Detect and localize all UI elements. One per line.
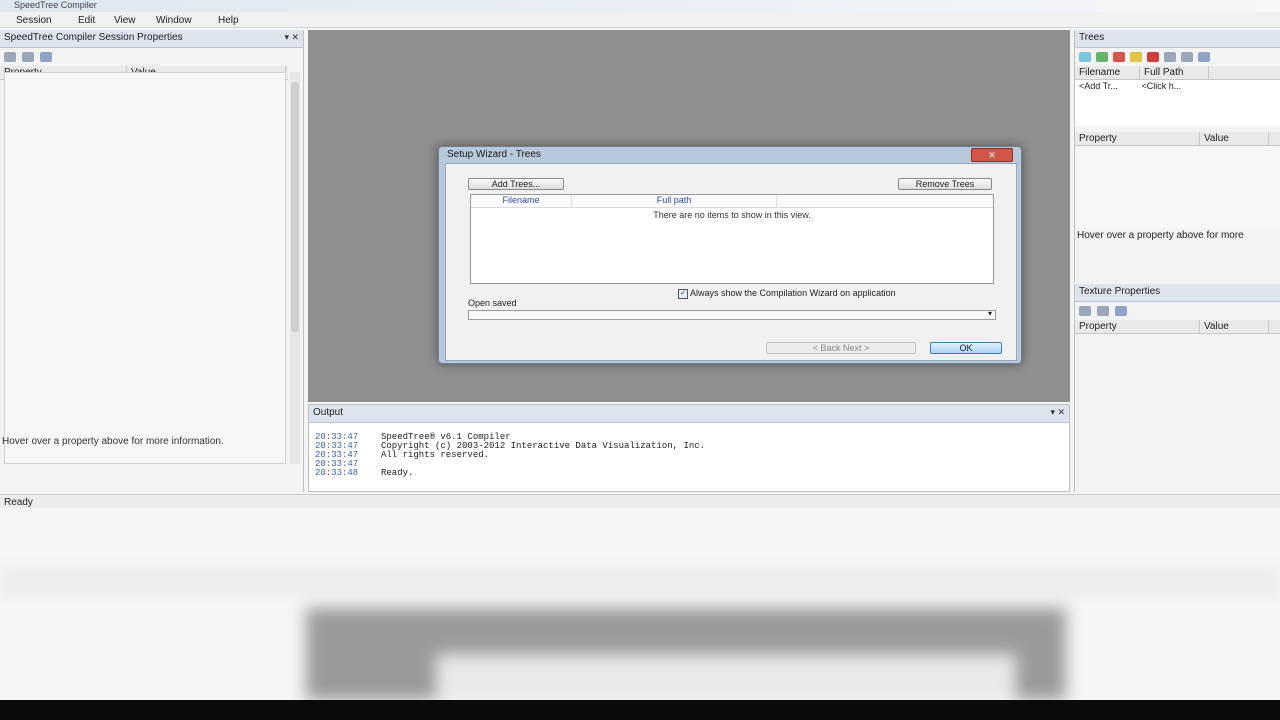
menu-view[interactable]: View — [114, 15, 136, 26]
add-tree-cell[interactable]: <Add Tr... — [1079, 81, 1139, 91]
close-icon[interactable]: ✕ — [971, 148, 1013, 162]
dropdown-arrow-icon: ▾ — [987, 309, 992, 318]
log-line: 20:33:47 Copyright (c) 2003-2012 Interact… — [315, 442, 705, 451]
properties-icon[interactable] — [1198, 52, 1210, 62]
log-text: Ready. — [381, 468, 414, 478]
reflection-viewport — [306, 608, 1066, 700]
menu-window[interactable]: Window — [156, 15, 192, 26]
back-next-buttons[interactable]: < Back Next > — [766, 342, 916, 354]
output-title: Output — [313, 407, 344, 418]
texture-grid-header: Property Value — [1075, 320, 1280, 334]
status-bar: Ready — [0, 494, 1280, 508]
dialog-body: Add Trees... Remove Trees Filename Full … — [445, 163, 1017, 361]
tree-property-description: Hover over a property above for more — [1077, 230, 1244, 241]
texture-title: Texture Properties — [1079, 286, 1161, 297]
categorized-icon[interactable] — [4, 52, 16, 62]
categorized-icon[interactable] — [1164, 52, 1176, 62]
blurred-reflection — [0, 508, 1280, 700]
vertical-scrollbar[interactable] — [290, 72, 300, 464]
click-here-cell[interactable]: <Click h... — [1142, 81, 1182, 91]
texture-toolbar — [1075, 302, 1280, 320]
property-column[interactable]: Property — [1075, 320, 1200, 333]
property-description: Hover over a property above for more inf… — [2, 436, 224, 447]
trees-panel: Trees Filename Full Path <Add Tr... <Cli… — [1074, 30, 1280, 282]
panel-header: SpeedTree Compiler Session Properties ▾ … — [0, 30, 303, 48]
property-column[interactable]: Property — [1075, 132, 1200, 145]
remove-tree-icon[interactable] — [1113, 52, 1125, 62]
menu-edit[interactable]: Edit — [78, 15, 95, 26]
compilation-wizard-option[interactable]: ✓ Always show the Compilation Wizard on … — [678, 288, 996, 299]
tree-property-header: Property Value — [1075, 132, 1280, 146]
open-saved-dropdown[interactable]: ▾ — [468, 309, 996, 320]
panel-toolbar — [0, 48, 303, 66]
trees-toolbar — [1075, 48, 1280, 66]
full-path-column[interactable]: Full path — [572, 195, 777, 207]
texture-properties-panel: Texture Properties Property Value — [1074, 284, 1280, 492]
dialog-title: Setup Wizard - Trees — [447, 149, 541, 160]
log-line: 20:33:47 — [315, 460, 705, 469]
filename-column[interactable]: Filename — [471, 195, 572, 207]
tree-property-grid — [1075, 146, 1280, 228]
filename-column[interactable]: Filename — [1075, 66, 1140, 79]
alphabetical-icon[interactable] — [1181, 52, 1193, 62]
app-title: SpeedTree Compiler — [14, 0, 97, 10]
texture-header: Texture Properties — [1075, 284, 1280, 302]
log-time: 20:33:48 — [315, 468, 359, 478]
trees-list-header: Filename Full Path — [1075, 66, 1280, 80]
pin-icon[interactable]: ▾ ✕ — [284, 32, 299, 43]
full-path-column[interactable]: Full Path — [1140, 66, 1209, 79]
trees-header: Trees — [1075, 30, 1280, 48]
panel-title: SpeedTree Compiler Session Properties — [4, 32, 183, 43]
tree-icon[interactable] — [1096, 52, 1108, 62]
pin-icon[interactable]: ▾ ✕ — [1050, 407, 1065, 418]
value-column[interactable]: Value — [1200, 320, 1269, 333]
alphabetical-icon[interactable] — [22, 52, 34, 62]
alphabetical-icon[interactable] — [1097, 306, 1109, 316]
trees-list[interactable]: Filename Full path There are no items to… — [470, 194, 994, 284]
empty-list-message: There are no items to show in this view. — [653, 210, 811, 220]
value-column[interactable]: Value — [1200, 132, 1269, 145]
remove-trees-button[interactable]: Remove Trees — [898, 178, 992, 190]
reflection-band — [0, 566, 1280, 598]
categorized-icon[interactable] — [1079, 306, 1091, 316]
letterbox-bar — [0, 700, 1280, 720]
output-header: Output ▾ ✕ — [309, 405, 1069, 423]
setup-wizard-dialog: Setup Wizard - Trees ✕ Add Trees... Remo… — [438, 146, 1022, 364]
session-properties-panel: SpeedTree Compiler Session Properties ▾ … — [0, 30, 304, 492]
menu-session[interactable]: Session — [16, 15, 52, 26]
log-text: All rights reserved. — [381, 450, 490, 460]
menu-bar: Session Edit View Window Help — [0, 12, 1280, 28]
output-log: 20:33:47 SpeedTree® v6.1 Compiler 20:33:4… — [315, 433, 705, 478]
properties-icon[interactable] — [40, 52, 52, 62]
output-panel: Output ▾ ✕ 20:33:47 SpeedTree® v6.1 Compi… — [308, 404, 1070, 492]
star-icon[interactable] — [1130, 52, 1142, 62]
add-tree-icon[interactable] — [1079, 52, 1091, 62]
trees-list[interactable]: <Add Tr... <Click h... — [1075, 80, 1280, 126]
checkbox-label: Always show the Compilation Wizard on ap… — [690, 288, 896, 298]
ok-button[interactable]: OK — [930, 342, 1002, 354]
property-grid — [4, 72, 286, 464]
status-text: Ready — [4, 497, 33, 508]
add-trees-button[interactable]: Add Trees... — [468, 178, 564, 190]
properties-icon[interactable] — [1115, 306, 1127, 316]
stop-icon[interactable] — [1147, 52, 1159, 62]
reflection-dialog — [436, 654, 1016, 700]
title-bar: SpeedTree Compiler — [0, 0, 1280, 12]
scrollbar-thumb[interactable] — [291, 82, 299, 332]
log-line: 20:33:48 Ready. — [315, 469, 705, 478]
checkbox-icon[interactable]: ✓ — [678, 288, 688, 299]
trees-title: Trees — [1079, 32, 1105, 43]
open-saved-label: Open saved — [468, 298, 517, 308]
menu-help[interactable]: Help — [218, 15, 239, 26]
log-line: 20:33:47 All rights reserved. — [315, 451, 705, 460]
